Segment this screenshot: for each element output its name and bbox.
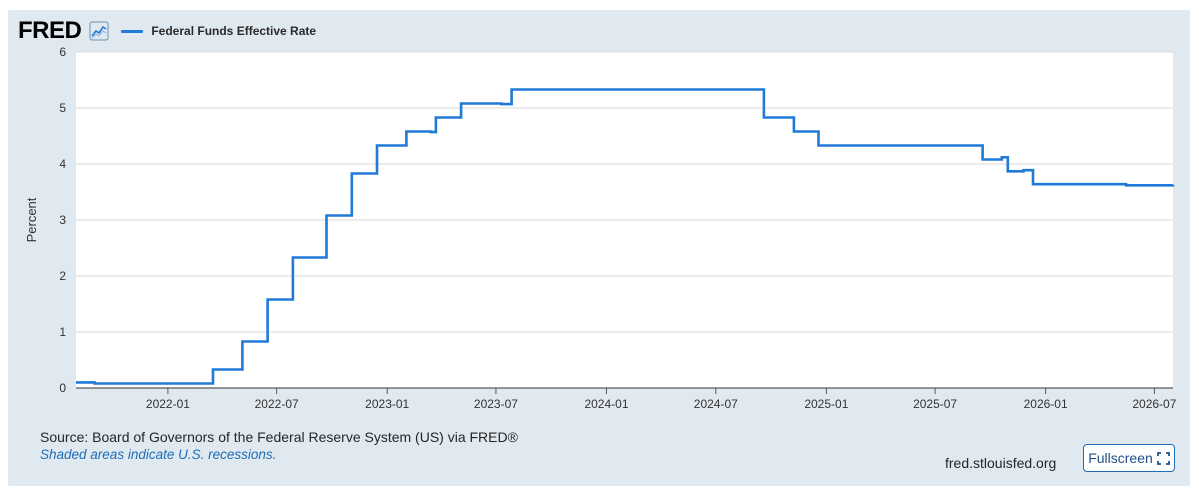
y-tick-label: 1: [59, 325, 66, 339]
y-tick-label: 3: [59, 213, 66, 227]
recession-note: Shaded areas indicate U.S. recessions.: [40, 447, 277, 462]
y-axis: 0 1 2 3 4 5 6: [59, 45, 66, 395]
legend-swatch: [121, 29, 144, 33]
x-tick-label: 2022-01: [146, 397, 190, 411]
y-tick-label: 5: [59, 101, 66, 115]
fred-url[interactable]: fred.stlouisfed.org: [945, 455, 1056, 471]
legend: Federal Funds Effective Rate: [121, 24, 316, 38]
x-tick-label: 2026-01: [1024, 397, 1068, 411]
x-tick-label: 2025-07: [913, 397, 957, 411]
source-note: Source: Board of Governors of the Federa…: [40, 429, 518, 445]
x-tick-label: 2025-01: [804, 397, 848, 411]
y-tick-label: 6: [59, 45, 66, 59]
fullscreen-button[interactable]: Fullscreen: [1083, 444, 1175, 472]
y-tick-label: 2: [59, 269, 66, 283]
y-tick-label: 4: [59, 157, 66, 171]
x-tick-label: 2023-01: [365, 397, 409, 411]
chart-area: 0 1 2 3 4 5 6 2022-01 2022-07 2023-01 2023-07 2024…: [24, 45, 1177, 411]
chart-header: FRED Federal Funds Effective Rate: [18, 16, 316, 46]
x-axis: 2022-01 2022-07 2023-01 2023-07 2024-01 2024-…: [146, 388, 1177, 411]
x-tick-label: 2024-07: [694, 397, 738, 411]
x-tick-label: 2023-07: [474, 397, 518, 411]
legend-label: Federal Funds Effective Rate: [151, 24, 317, 38]
chart-frame: 0 1 2 3 4 5 6 2022-01 2022-07 2023-01 2023-07 2024…: [8, 10, 1190, 486]
y-axis-label: Percent: [24, 197, 39, 242]
x-tick-label: 2024-01: [584, 397, 628, 411]
fred-logo[interactable]: FRED: [18, 17, 82, 45]
x-tick-label: 2026-07: [1132, 397, 1176, 411]
fullscreen-label: Fullscreen: [1088, 450, 1153, 466]
line-chart-icon: [89, 21, 109, 41]
fullscreen-icon: [1156, 451, 1170, 465]
x-tick-label: 2022-07: [255, 397, 299, 411]
y-tick-label: 0: [59, 381, 66, 395]
